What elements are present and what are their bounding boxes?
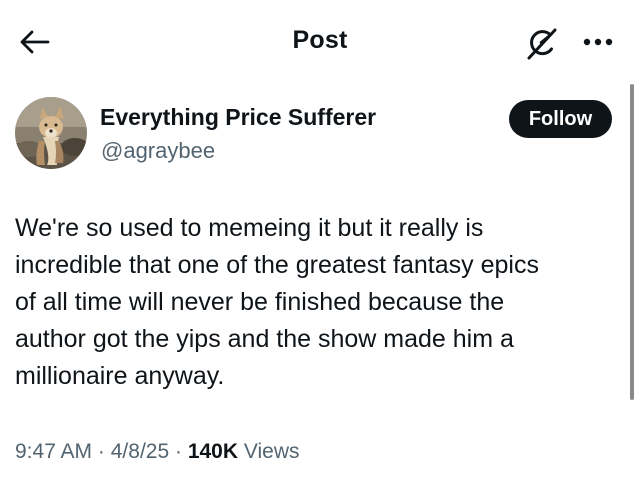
- post-text-line: We're so used to memeing it but it reall…: [15, 214, 484, 242]
- post-time[interactable]: 9:47 AM: [15, 440, 92, 463]
- grok-icon: [527, 28, 557, 60]
- post-date[interactable]: 4/8/25: [111, 440, 169, 463]
- follow-button[interactable]: Follow: [509, 100, 612, 138]
- post-text-line: incredible that one of the greatest fant…: [15, 251, 539, 279]
- meta-separator: ·: [174, 440, 182, 463]
- scrollbar[interactable]: [630, 84, 634, 400]
- avatar-photo: [15, 97, 87, 169]
- author-handle[interactable]: @agraybee: [101, 138, 215, 164]
- post-text: We're so used to memeing it but it reall…: [15, 210, 620, 395]
- author-display-name[interactable]: Everything Price Sufferer: [100, 104, 376, 131]
- avatar[interactable]: [15, 97, 87, 169]
- post-text-line: of all time will never be finished becau…: [15, 288, 505, 316]
- meta-separator: ·: [97, 440, 105, 463]
- post-text-line: millionaire anyway.: [15, 362, 225, 390]
- top-bar: Post: [0, 0, 640, 84]
- more-options-button[interactable]: [576, 26, 620, 58]
- views-count[interactable]: 140K: [188, 440, 238, 463]
- post-metadata: 9:47 AM · 4/8/25 · 140K Views: [15, 440, 300, 464]
- views-label[interactable]: Views: [244, 440, 300, 463]
- more-horizontal-icon: [583, 38, 613, 46]
- grok-button[interactable]: [522, 24, 562, 62]
- post-text-line: author got the yips and the show made hi…: [15, 325, 514, 353]
